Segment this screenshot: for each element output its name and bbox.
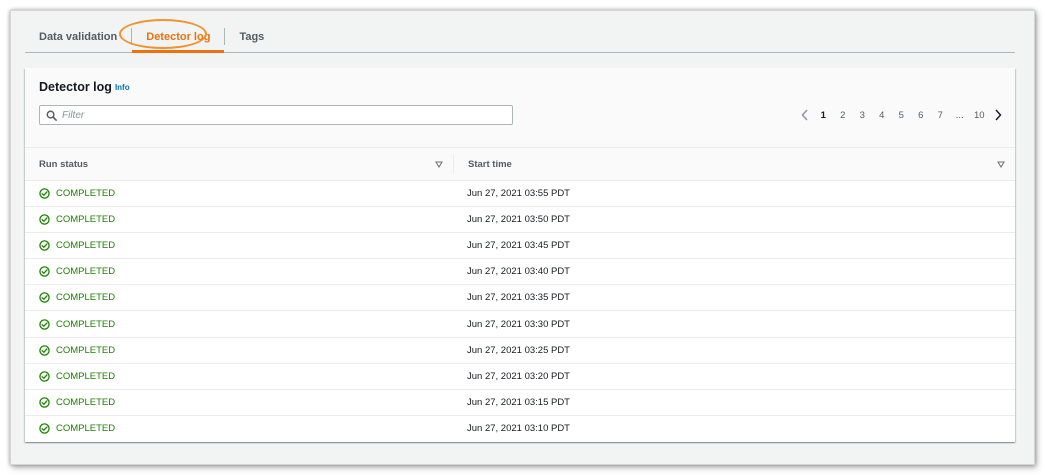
start-time-cell: Jun 27, 2021 03:10 PDT [453,423,1015,434]
start-time-text: Jun 27, 2021 03:15 PDT [467,396,570,408]
start-time-text: Jun 27, 2021 03:40 PDT [467,266,570,278]
pagination: 1 2 3 4 5 6 7 ... 10 [796,105,1008,125]
column-label: Start time [468,158,512,170]
start-time-cell: Jun 27, 2021 03:15 PDT [453,397,1015,408]
page-10-button[interactable]: 10 [970,110,990,121]
table-body: COMPLETED Jun 27, 2021 03:55 PDT COMPLETED… [25,181,1015,442]
start-time-text: Jun 27, 2021 03:55 PDT [467,188,570,200]
status-text: COMPLETED [56,396,116,408]
page-ellipsis: ... [955,109,964,121]
tab-label: Data validation [39,30,118,43]
check-circle-icon [39,214,50,225]
check-circle-icon [39,344,50,356]
page-6-button[interactable]: 6 [911,110,931,121]
table-row: COMPLETED Jun 27, 2021 03:30 PDT [25,311,1015,338]
status-cell: COMPLETED [25,240,453,251]
column-header-start-time[interactable]: Start time [453,155,1015,173]
status-text: COMPLETED [56,240,116,252]
column-label: Run status [39,158,89,170]
panel-title-text: Detector log [39,80,112,94]
page-7-button[interactable]: 7 [931,110,951,121]
start-time-cell: Jun 27, 2021 03:20 PDT [453,371,1015,382]
start-time-cell: Jun 27, 2021 03:50 PDT [453,214,1015,225]
status-cell: COMPLETED [25,345,453,356]
search-icon [40,110,62,121]
status-text: COMPLETED [56,370,116,382]
chevron-left-icon[interactable] [796,109,814,121]
check-circle-icon [39,292,50,304]
status-cell: COMPLETED [25,371,453,382]
table-row: COMPLETED Jun 27, 2021 03:15 PDT [25,390,1015,416]
start-time-text: Jun 27, 2021 03:45 PDT [467,240,570,252]
column-header-run-status[interactable]: Run status [25,148,453,180]
sort-caret-icon[interactable] [435,161,443,168]
table-row: COMPLETED Jun 27, 2021 03:45 PDT [25,233,1015,260]
page-3-button[interactable]: 3 [853,110,873,121]
table-row: COMPLETED Jun 27, 2021 03:35 PDT [25,285,1015,312]
start-time-cell: Jun 27, 2021 03:40 PDT [453,266,1015,277]
tab-data-validation[interactable]: Data validation [25,21,131,52]
check-circle-icon [39,423,50,435]
panel-header: Detector logInfo 1 2 3 4 5 [25,68,1015,148]
check-circle-icon [39,397,50,408]
sort-caret-icon[interactable] [997,161,1005,168]
status-text: COMPLETED [56,344,116,356]
panel-title: Detector log Info [39,80,130,94]
tab-label: Detector log [146,30,211,43]
status-text: COMPLETED [56,292,116,304]
start-time-text: Jun 27, 2021 03:20 PDT [467,370,570,382]
page-4-button[interactable]: 4 [872,110,892,121]
page-2-button[interactable]: 2 [833,110,853,121]
status-cell: COMPLETED [25,319,453,330]
status-cell: COMPLETED [25,397,453,408]
status-cell: COMPLETED [25,214,453,225]
table-row: COMPLETED Jun 27, 2021 03:25 PDT [25,338,1015,364]
start-time-text: Jun 27, 2021 03:35 PDT [467,292,570,304]
info-link[interactable]: Info [115,83,130,92]
start-time-cell: Jun 27, 2021 03:45 PDT [453,240,1015,251]
tab-label: Tags [239,30,265,43]
start-time-text: Jun 27, 2021 03:50 PDT [467,214,570,226]
check-circle-icon [39,240,50,251]
start-time-cell: Jun 27, 2021 03:55 PDT [453,188,1015,199]
start-time-text: Jun 27, 2021 03:30 PDT [467,318,570,330]
status-text: COMPLETED [56,266,116,278]
tab-detector-log[interactable]: Detector log [132,21,225,53]
check-circle-icon [39,370,50,382]
detector-log-panel: Detector logInfo 1 2 3 4 5 [25,68,1015,442]
screenshot-frame: Data validation Detector log Tags Detect… [10,10,1035,465]
tab-bar: Data validation Detector log Tags [25,21,1015,53]
check-circle-icon [39,266,50,278]
status-cell: COMPLETED [25,188,453,199]
table-row: COMPLETED Jun 27, 2021 03:10 PDT [25,416,1015,442]
page-5-button[interactable]: 5 [892,110,912,121]
status-cell: COMPLETED [25,292,453,303]
start-time-cell: Jun 27, 2021 03:30 PDT [453,319,1015,330]
status-text: COMPLETED [56,423,116,435]
check-circle-icon [39,318,50,330]
page-1-button[interactable]: 1 [814,110,834,121]
chevron-right-icon[interactable] [989,109,1007,121]
start-time-cell: Jun 27, 2021 03:25 PDT [453,345,1015,356]
status-text: COMPLETED [56,188,116,200]
table-header: Run status Start time [25,148,1015,181]
status-text: COMPLETED [56,318,116,330]
table-row: COMPLETED Jun 27, 2021 03:50 PDT [25,207,1015,234]
check-circle-icon [39,188,50,199]
tab-tags[interactable]: Tags [225,21,278,52]
table-row: COMPLETED Jun 27, 2021 03:20 PDT [25,364,1015,390]
status-text: COMPLETED [56,214,116,226]
start-time-text: Jun 27, 2021 03:10 PDT [467,423,570,435]
status-cell: COMPLETED [25,266,453,277]
filter-field[interactable] [39,105,513,125]
table-row: COMPLETED Jun 27, 2021 03:55 PDT [25,181,1015,208]
start-time-cell: Jun 27, 2021 03:35 PDT [453,292,1015,303]
status-cell: COMPLETED [25,423,453,434]
table-row: COMPLETED Jun 27, 2021 03:40 PDT [25,259,1015,286]
filter-input[interactable] [62,109,502,121]
start-time-text: Jun 27, 2021 03:25 PDT [467,344,570,356]
